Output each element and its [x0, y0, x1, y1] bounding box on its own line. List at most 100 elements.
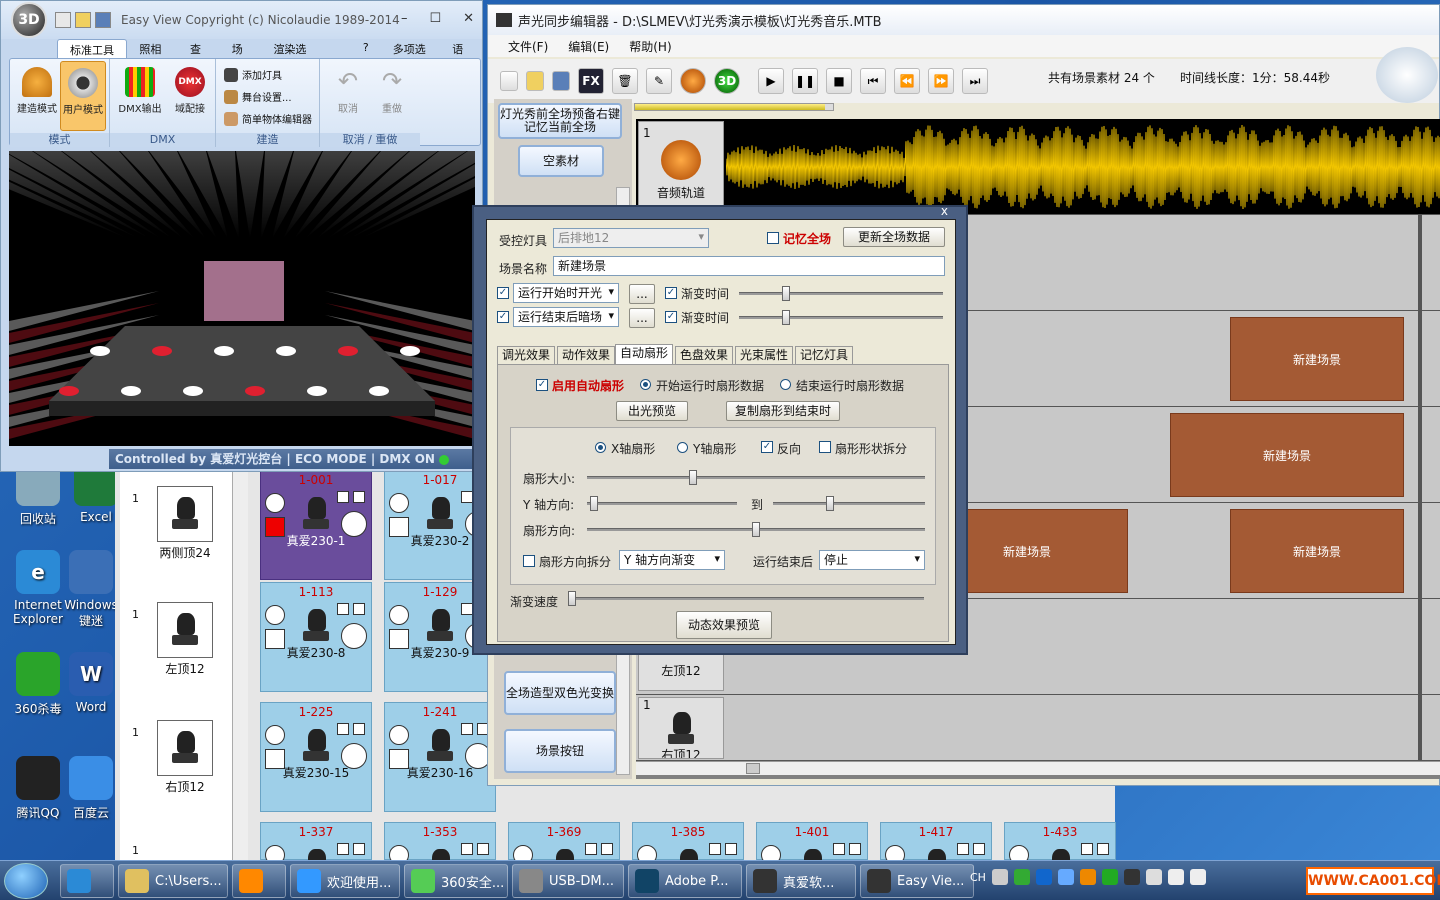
fan-direction-slider[interactable] [587, 522, 925, 537]
x-fan-radio[interactable] [595, 442, 606, 453]
fixture-tile[interactable]: 1-385 [632, 822, 744, 889]
fade-time-2-slider[interactable] [739, 310, 943, 325]
start-action-checkbox[interactable]: ✓ [497, 287, 509, 299]
taskbar-button[interactable]: Easy Vie... [860, 864, 974, 898]
desktop-icon-word[interactable]: W Word [64, 652, 118, 714]
dialog-close-button[interactable]: x [941, 204, 948, 218]
tab-motion-effect[interactable]: 动作效果 [557, 346, 616, 364]
save-icon[interactable] [95, 12, 111, 28]
menu-help[interactable]: 帮助(H) [629, 38, 671, 55]
slider-thumb[interactable] [590, 496, 598, 511]
fixture-list-scrollbar[interactable] [232, 470, 248, 860]
taskbar-button[interactable]: 真爱软... [746, 864, 856, 898]
new-icon[interactable] [55, 12, 71, 28]
pause-button[interactable]: ❚❚ [792, 68, 818, 94]
menu-edit[interactable]: 编辑(E) [568, 38, 609, 55]
reverse-checkbox[interactable]: ✓ [761, 441, 773, 453]
3d-button[interactable]: 3D [714, 68, 740, 94]
position-slider[interactable] [634, 103, 834, 111]
device-icon[interactable] [1145, 869, 1162, 885]
signal-icon[interactable] [1167, 869, 1184, 885]
dynamic-preview-button[interactable]: 动态效果预览 [676, 611, 772, 639]
start-fan-radio[interactable] [640, 379, 651, 390]
domain-patch-button[interactable]: DMX 域配接 [166, 67, 214, 115]
new-icon[interactable] [500, 71, 518, 91]
update-icon[interactable] [1079, 869, 1096, 885]
fixture-tile[interactable]: 1-001 真爱230-1 [260, 470, 372, 580]
fade-time-2-checkbox[interactable]: ✓ [665, 311, 677, 323]
fade-time-1-slider[interactable] [739, 286, 943, 301]
forward-button[interactable]: ⏩ [928, 68, 954, 94]
qq-icon[interactable] [1123, 869, 1140, 885]
start-button[interactable] [4, 863, 48, 899]
controlled-lamp-select[interactable]: 后排地12 [553, 228, 709, 248]
maximize-button[interactable]: ☐ [429, 11, 441, 26]
update-all-button[interactable]: 更新全场数据 [843, 227, 945, 247]
rewind-button[interactable]: ⏪ [894, 68, 920, 94]
simple-object-editor-button[interactable]: 简单物体编辑器 [224, 111, 312, 126]
fixture-tile[interactable]: 1-433 [1004, 822, 1116, 889]
audio-icon[interactable] [680, 68, 706, 94]
open-icon[interactable] [75, 12, 91, 28]
scene-block[interactable]: 新建场景 [1170, 413, 1404, 497]
end-action-select[interactable]: 运行结束后暗场 [513, 307, 619, 327]
3d-stage-view[interactable] [9, 151, 475, 446]
preview-light-button[interactable]: 出光预览 [616, 401, 688, 421]
timeline-scrollbar[interactable] [636, 761, 1440, 775]
track-header[interactable]: 1 右顶12 [638, 697, 724, 759]
taskbar-button[interactable]: 360安全... [404, 864, 508, 898]
fade-speed-slider[interactable] [568, 591, 924, 606]
fixture-tile[interactable]: 1-417 [880, 822, 992, 889]
desktop-icon-baidu[interactable]: 百度云 [64, 756, 118, 821]
menu-file[interactable]: 文件(F) [508, 38, 548, 55]
fixture-tile[interactable]: 1-353 [384, 822, 496, 889]
desktop-icon-windows[interactable]: Windows 键迷 [64, 550, 118, 629]
fixture-tile[interactable]: 1-113 真爱230-8 [260, 582, 372, 692]
open-icon[interactable] [526, 71, 544, 91]
stop-button[interactable]: ■ [826, 68, 852, 94]
fixture-group-item[interactable]: 1 右顶12 [130, 720, 240, 795]
build-mode-button[interactable]: 建造模式 [14, 67, 60, 115]
fixture-tile[interactable]: 1-225 真爱230-15 [260, 702, 372, 812]
fixture-group-item[interactable]: 1 两侧顶24 [130, 486, 240, 561]
keyboard-icon[interactable] [991, 869, 1008, 885]
dmx-output-button[interactable]: DMX输出 [116, 67, 164, 115]
tab-color-wheel[interactable]: 色盘效果 [675, 346, 734, 364]
trash-icon[interactable]: 🗑 [612, 68, 638, 94]
remember-all-checkbox[interactable] [767, 232, 779, 244]
close-button[interactable]: ✕ [463, 11, 474, 26]
slider-thumb[interactable] [826, 496, 834, 511]
fixture-group-item[interactable]: 1 [130, 838, 240, 860]
fan-size-slider[interactable] [587, 470, 925, 485]
edit-pencil-icon[interactable]: ✎ [646, 68, 672, 94]
stage-setup-button[interactable]: 舞台设置... [224, 89, 292, 104]
start-action-select[interactable]: 运行开始时开光 [513, 283, 619, 303]
end-more-button[interactable]: ... [629, 308, 655, 328]
redo-button[interactable]: ↷ 重做 [370, 67, 414, 115]
empty-material-button[interactable]: 空素材 [518, 145, 604, 177]
first-button[interactable]: ⏮ [860, 68, 886, 94]
taskbar-button[interactable] [232, 864, 286, 898]
fade-time-1-checkbox[interactable]: ✓ [665, 287, 677, 299]
volume-icon[interactable] [1189, 869, 1206, 885]
taskbar-button[interactable]: C:\Users... [118, 864, 228, 898]
y-fan-radio[interactable] [677, 442, 688, 453]
user-mode-button[interactable]: 用户模式 [60, 61, 106, 131]
after-end-select[interactable]: 停止 [819, 550, 925, 570]
input-language[interactable]: CH [970, 871, 986, 884]
taskbar-button[interactable]: 欢迎使用... [290, 864, 400, 898]
preset-all-button[interactable]: 灯光秀前全场预备右键记忆当前全场 [498, 103, 622, 139]
fx-button[interactable]: FX [578, 68, 604, 94]
fixture-tile[interactable]: 1-401 [756, 822, 868, 889]
tab-memory-lamp[interactable]: 记忆灯具 [795, 346, 854, 364]
fixture-group-item[interactable]: 1 左顶12 [130, 602, 240, 677]
save-icon[interactable] [552, 71, 570, 91]
add-lamp-button[interactable]: 添加灯具 [224, 67, 282, 82]
enable-auto-fan-checkbox[interactable]: ✓ [536, 379, 548, 391]
copy-fan-button[interactable]: 复制扇形到结束时 [726, 401, 840, 421]
taskbar-button[interactable] [60, 864, 114, 898]
network-icon[interactable] [1057, 869, 1074, 885]
tab-auto-fan[interactable]: 自动扇形 [615, 344, 674, 364]
end-action-checkbox[interactable]: ✓ [497, 311, 509, 323]
fixture-tile[interactable]: 1-369 [508, 822, 620, 889]
